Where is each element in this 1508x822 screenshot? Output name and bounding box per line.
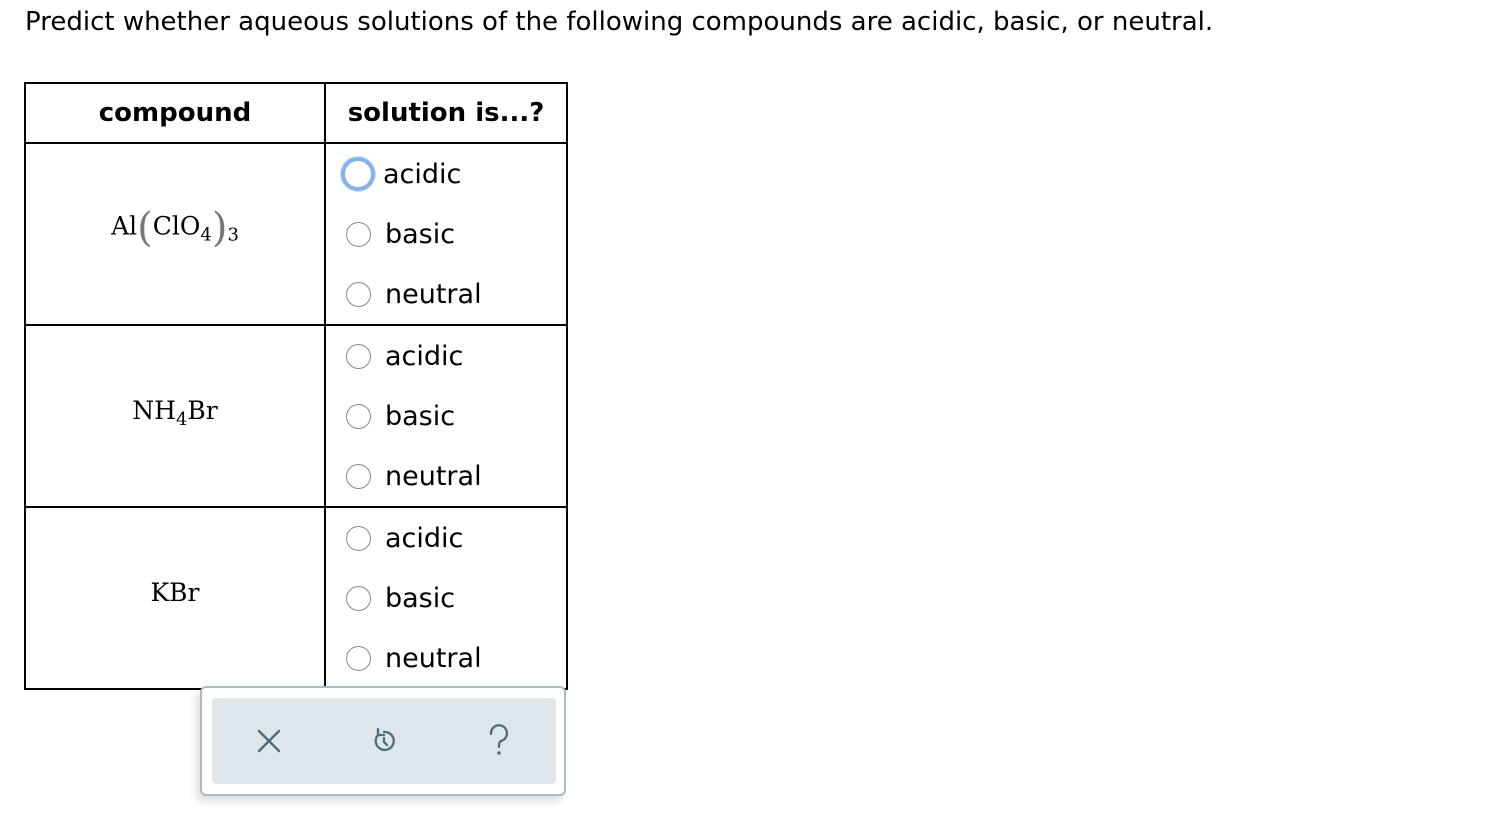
option-label: acidic [385,340,464,372]
option-basic[interactable]: basic [326,568,566,628]
compound-cell: KBr [24,506,326,690]
help-icon [489,724,508,755]
header-compound: compound [24,82,326,144]
radio-button[interactable] [341,157,375,191]
option-label: acidic [385,522,464,554]
choices-cell: acidic basic neutral [324,324,568,508]
undo-icon [374,727,395,752]
option-label: basic [385,582,456,614]
option-label: neutral [385,460,482,492]
formula-paren-open: ( [137,205,153,251]
radio-button[interactable] [346,343,371,369]
option-label: basic [385,400,456,432]
radio-button[interactable] [346,403,371,429]
radio-button[interactable] [346,221,371,247]
choices-cell: acidic basic neutral [324,506,568,690]
table-row: KBr acidic basic neutral [24,506,568,690]
option-basic[interactable]: basic [326,204,566,264]
option-acidic[interactable]: acidic [326,144,566,204]
table-row: NH4Br acidic basic neutral [24,324,568,508]
formula-part: KBr [150,577,200,607]
formula-part: NH [132,395,176,425]
formula-part: Al [111,211,138,241]
formula-subscript: 4 [175,408,188,430]
radio-button[interactable] [346,585,371,611]
option-basic[interactable]: basic [326,386,566,446]
formula-part: ClO [152,211,201,241]
formula-part: Br [187,395,218,425]
close-icon [258,729,281,753]
answer-toolbar-panel [200,686,566,796]
table-row: Al(ClO4)3 acidic basic neutral [24,142,568,326]
option-label: neutral [385,278,482,310]
clear-button[interactable] [239,711,299,771]
radio-button[interactable] [346,645,371,671]
option-label: basic [385,218,456,250]
radio-button[interactable] [346,525,371,551]
option-neutral[interactable]: neutral [326,628,566,688]
formula-paren-close: ) [211,205,228,251]
compound-cell: NH4Br [24,324,326,508]
compound-formula: Al(ClO4)3 [111,208,239,248]
answer-toolbar [212,698,556,784]
formula-subscript: 4 [200,224,212,246]
table-header-row: compound solution is...? [24,82,568,144]
undo-button[interactable] [354,711,414,771]
choices-cell: acidic basic neutral [324,142,568,326]
compound-formula: KBr [151,578,200,607]
help-button[interactable] [469,711,529,771]
compound-cell: Al(ClO4)3 [24,142,326,326]
header-solution: solution is...? [324,82,568,144]
option-acidic[interactable]: acidic [326,508,566,568]
option-label: neutral [385,642,482,674]
option-neutral[interactable]: neutral [326,264,566,324]
option-acidic[interactable]: acidic [326,326,566,386]
option-neutral[interactable]: neutral [326,446,566,506]
compound-formula: NH4Br [132,395,218,429]
question-prompt: Predict whether aqueous solutions of the… [25,7,1214,37]
radio-button[interactable] [346,281,371,307]
option-label: acidic [383,158,462,190]
formula-subscript: 3 [227,224,239,246]
radio-button[interactable] [346,463,371,489]
answer-table: compound solution is...? Al(ClO4)3 acidi… [24,82,568,690]
